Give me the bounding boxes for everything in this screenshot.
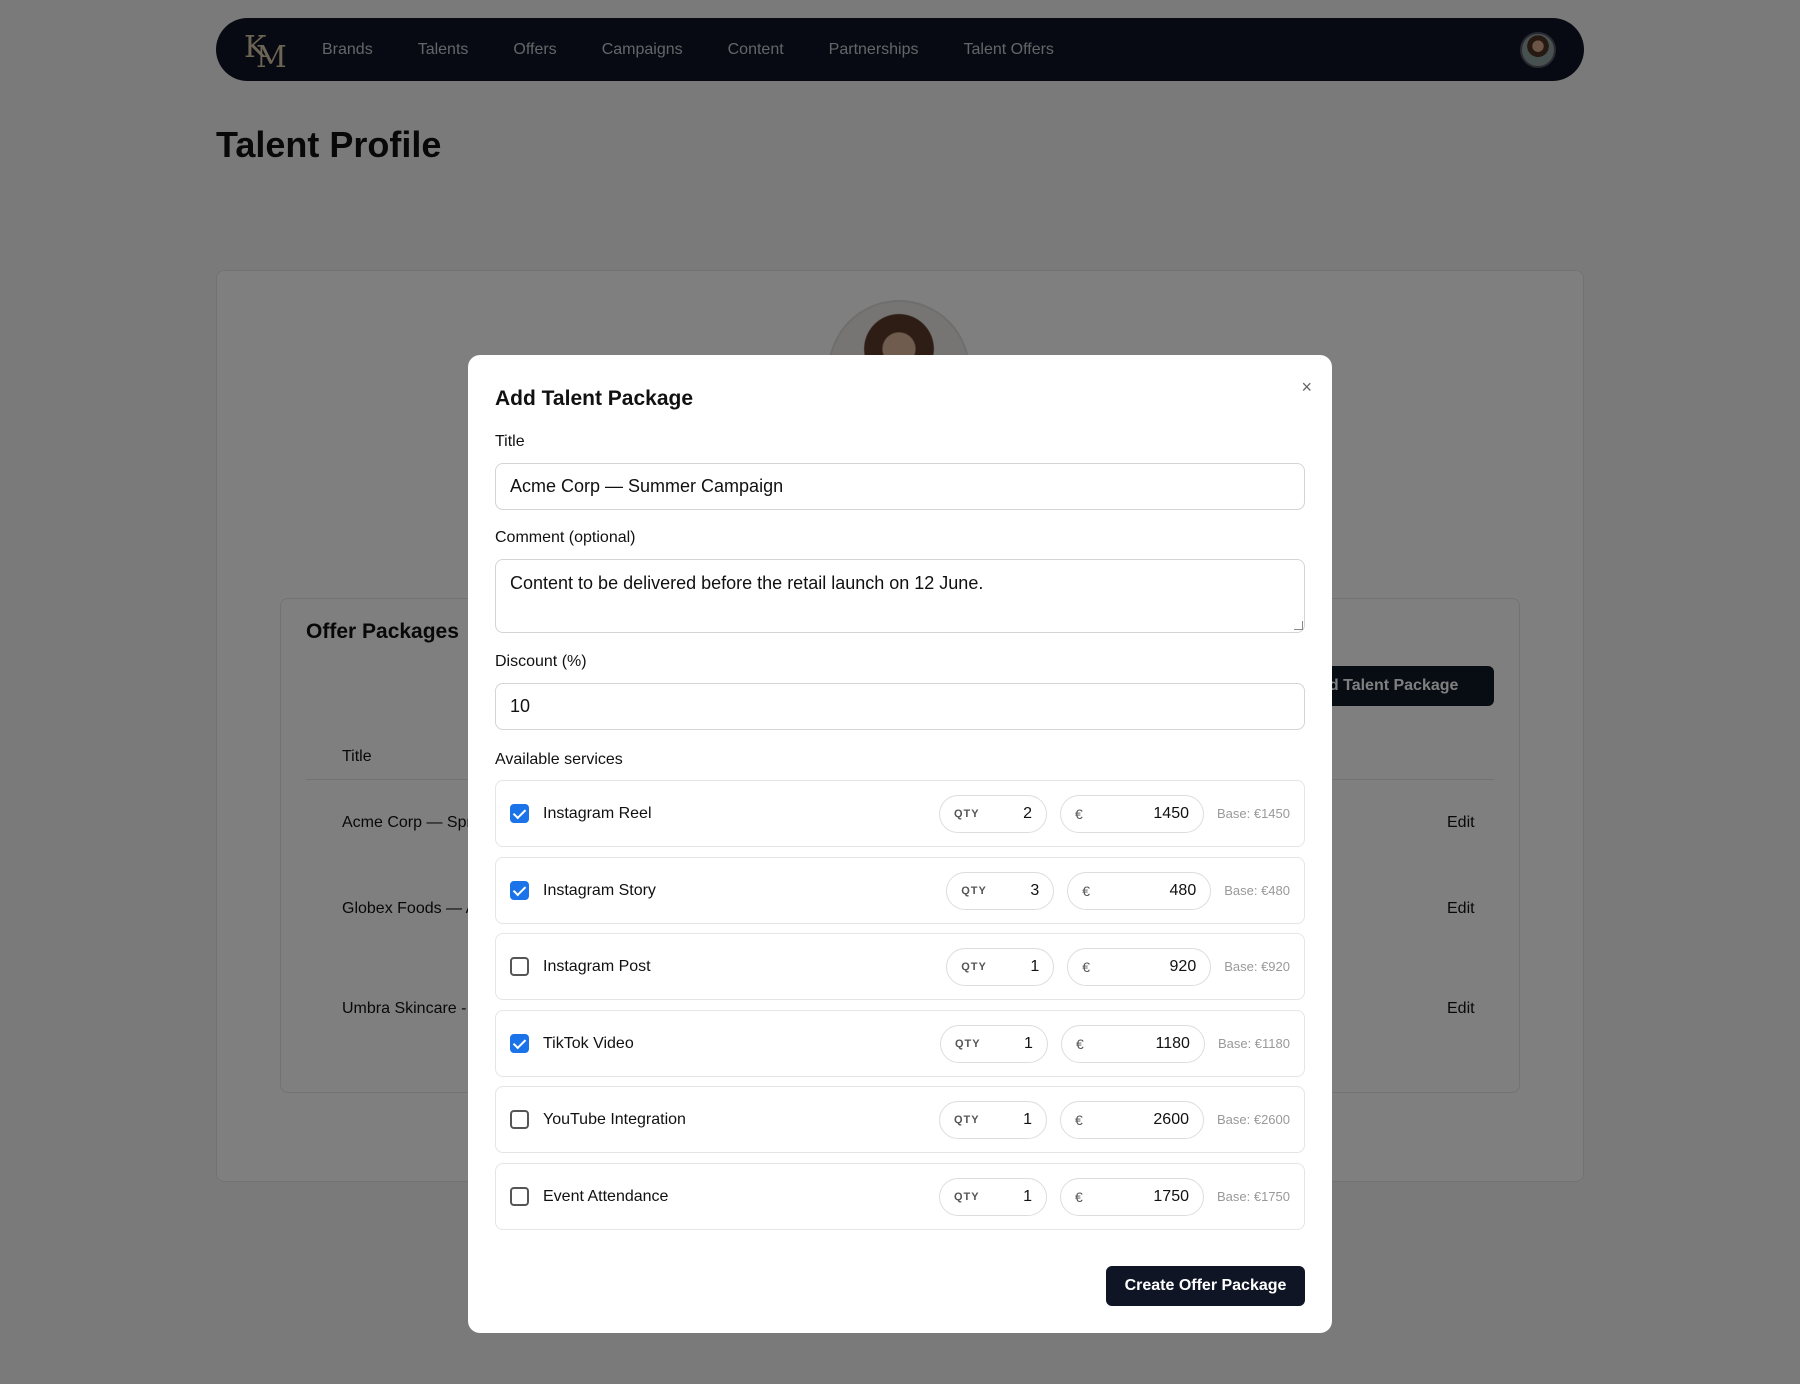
discount-label: Discount (%) xyxy=(495,653,587,670)
services-label: Available services xyxy=(495,751,623,768)
price-input[interactable]: €1180 xyxy=(1060,1024,1205,1063)
service-row-tiktok-video: TikTok Video QTY 1 €1180 Base: €1180 xyxy=(495,1010,1305,1077)
service-name: Instagram Post xyxy=(543,957,651,975)
base-price: Base: €2600 xyxy=(1216,1112,1290,1127)
price-input[interactable]: €2600 xyxy=(1059,1100,1204,1139)
price-input[interactable]: €1450 xyxy=(1059,794,1204,833)
service-checkbox[interactable] xyxy=(510,804,529,823)
price-input[interactable]: €480 xyxy=(1067,871,1212,910)
service-name: YouTube Integration xyxy=(543,1110,686,1128)
quantity-input[interactable]: QTY 1 xyxy=(946,947,1055,986)
service-checkbox[interactable] xyxy=(510,1110,529,1129)
quantity-input[interactable]: QTY 2 xyxy=(938,794,1047,833)
service-checkbox[interactable] xyxy=(510,881,529,900)
price-input[interactable]: €920 xyxy=(1067,947,1212,986)
service-row-event-attendance: Event Attendance QTY 1 €1750 Base: €1750 xyxy=(495,1163,1305,1230)
comment-label: Comment (optional) xyxy=(495,529,636,546)
quantity-input[interactable]: QTY 3 xyxy=(946,871,1055,910)
base-price: Base: €920 xyxy=(1224,959,1290,974)
service-checkbox[interactable] xyxy=(510,1034,529,1053)
service-row-instagram-reel: Instagram Reel QTY 2 €1450 Base: €1450 xyxy=(495,780,1305,847)
base-price: Base: €1180 xyxy=(1217,1036,1290,1051)
resize-handle-icon[interactable] xyxy=(1294,621,1303,630)
service-name: Instagram Story xyxy=(543,881,656,899)
service-row-instagram-post: Instagram Post QTY 1 €920 Base: €920 xyxy=(495,933,1305,1000)
base-price: Base: €480 xyxy=(1224,883,1290,898)
service-name: TikTok Video xyxy=(543,1034,634,1052)
service-name: Event Attendance xyxy=(543,1187,669,1205)
title-label: Title xyxy=(495,433,525,450)
base-price: Base: €1750 xyxy=(1216,1189,1290,1204)
service-row-youtube-integration: YouTube Integration QTY 1 €2600 Base: €26… xyxy=(495,1086,1305,1153)
modal-title: Add Talent Package xyxy=(495,387,694,410)
service-checkbox[interactable] xyxy=(510,957,529,976)
create-offer-package-button[interactable]: Create Offer Package xyxy=(1106,1266,1305,1306)
add-talent-package-modal: × Add Talent Package Title Comment (opti… xyxy=(468,355,1332,1333)
quantity-input[interactable]: QTY 1 xyxy=(938,1100,1047,1139)
price-input[interactable]: €1750 xyxy=(1059,1177,1204,1216)
discount-input[interactable] xyxy=(495,683,1305,730)
base-price: Base: €1450 xyxy=(1216,806,1290,821)
close-icon[interactable]: × xyxy=(1301,377,1312,398)
service-row-instagram-story: Instagram Story QTY 3 €480 Base: €480 xyxy=(495,857,1305,924)
quantity-input[interactable]: QTY 1 xyxy=(939,1024,1048,1063)
service-checkbox[interactable] xyxy=(510,1187,529,1206)
title-input[interactable] xyxy=(495,463,1305,510)
quantity-input[interactable]: QTY 1 xyxy=(938,1177,1047,1216)
comment-textarea[interactable]: Content to be delivered before the retai… xyxy=(495,559,1305,633)
service-name: Instagram Reel xyxy=(543,804,652,822)
